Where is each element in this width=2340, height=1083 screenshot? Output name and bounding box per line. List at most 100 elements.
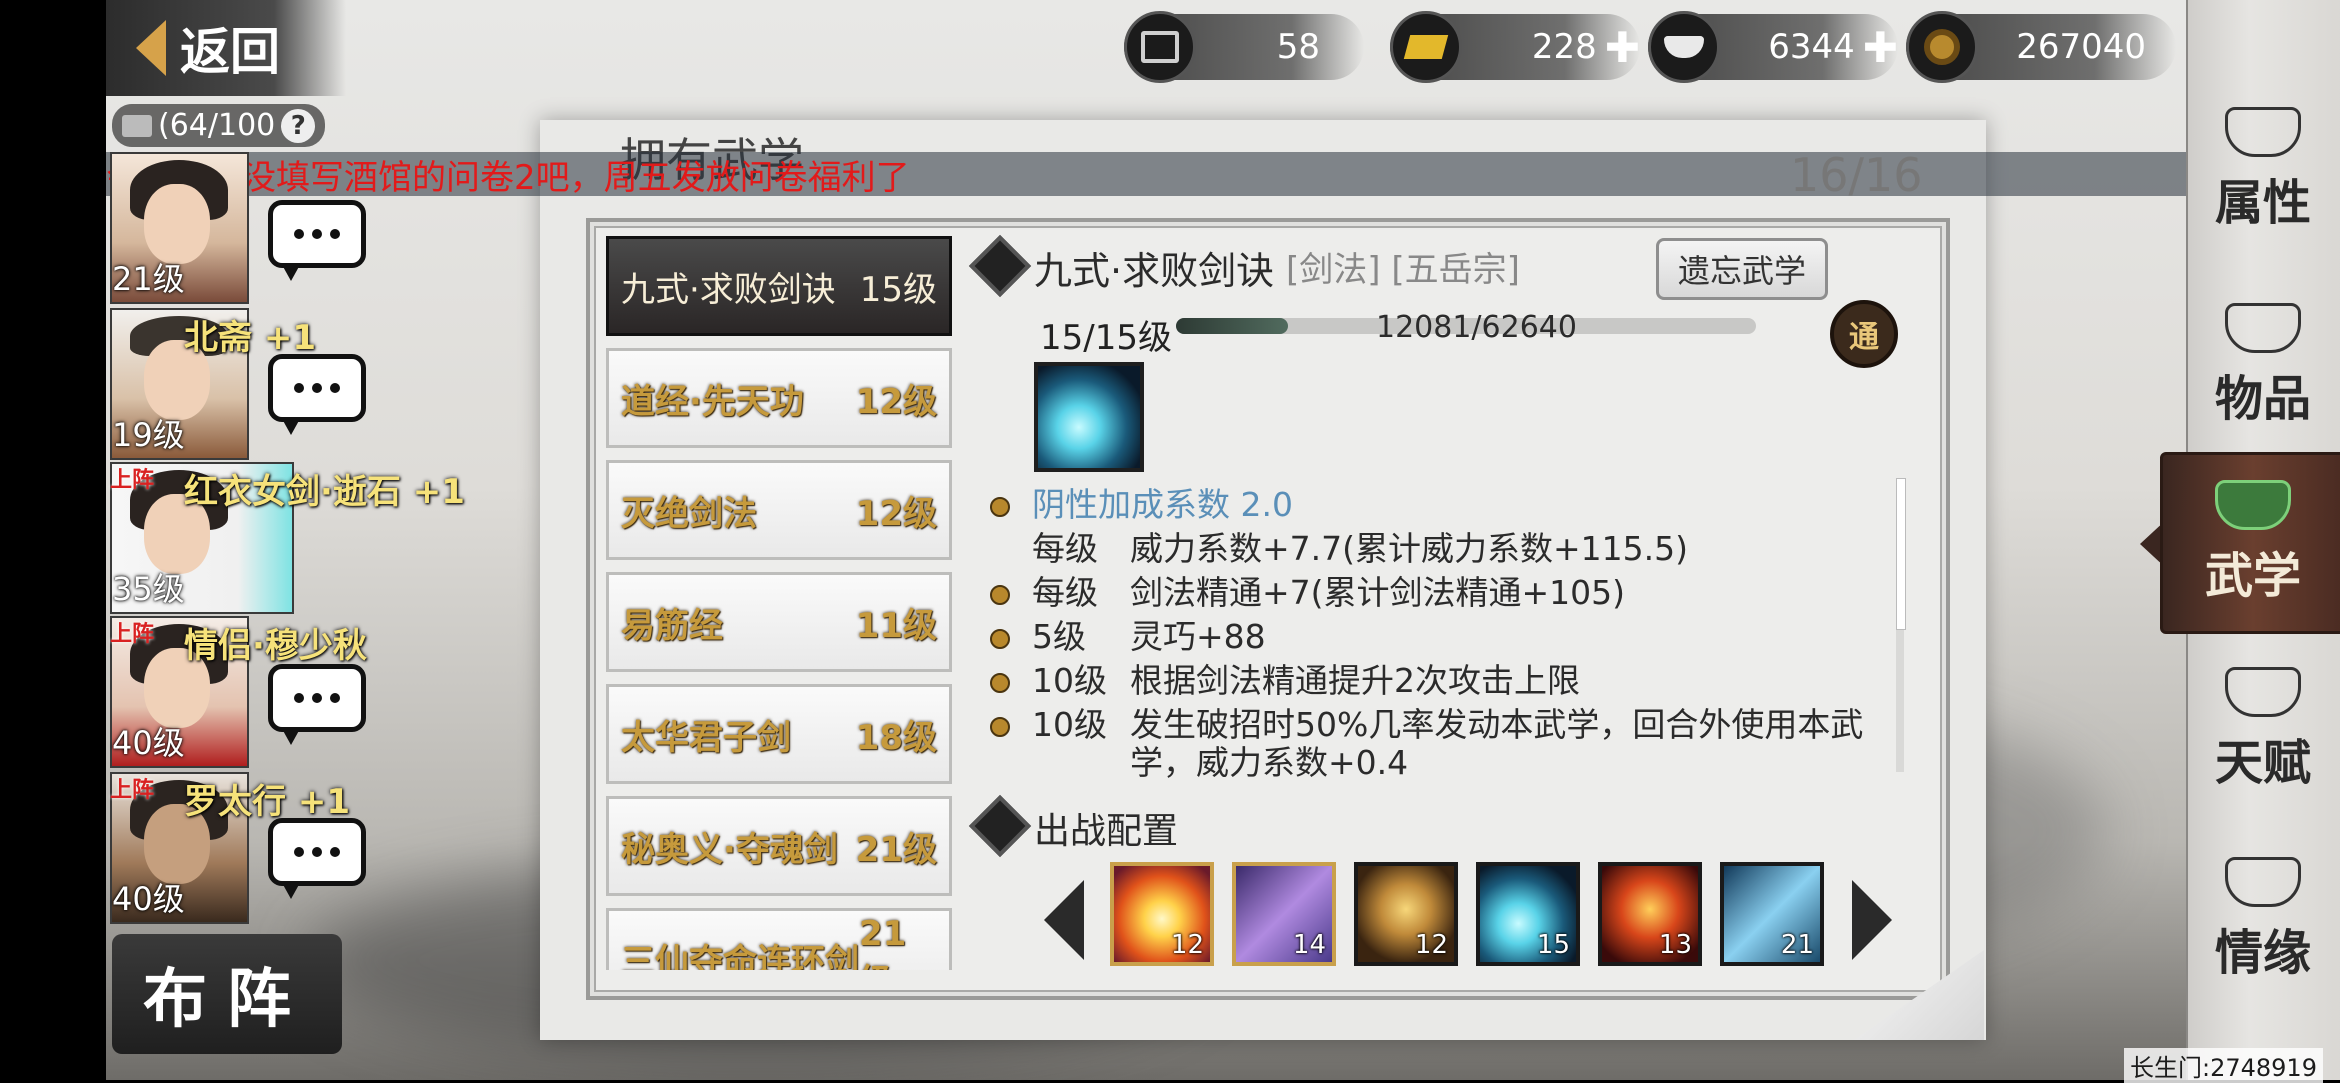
gold-count: 228 [1531, 27, 1597, 67]
gift-box-icon [2225, 303, 2301, 353]
deployed-tag: 上阵 [110, 622, 155, 647]
skill-list[interactable]: 九式·求败剑诀 15级 道经·先天功 12级 灭绝剑法 12级 易筋经 11级 … [606, 236, 956, 970]
battle-skill-slot[interactable]: 13 [1598, 862, 1702, 966]
footer-sect-text: 长生门:2748919 [2124, 1048, 2323, 1083]
character-card[interactable]: 21级 [110, 152, 260, 304]
deployed-tag: 上阵 [110, 468, 155, 493]
skill-detail-name: 九式·求败剑诀 [1034, 249, 1275, 293]
effect-line: 10级 根据剑法精通提升2次攻击上限 [990, 654, 1580, 702]
nav-label: 情缘 [2214, 925, 2311, 981]
nav-label: 武学 [2204, 548, 2301, 604]
skill-level: 12级 [855, 381, 937, 422]
bullet-icon [990, 672, 1010, 693]
skill-level: 18级 [855, 717, 937, 758]
forget-skill-button[interactable]: 遗忘武学 [1656, 238, 1828, 300]
nav-bonds[interactable]: 情缘 [2186, 850, 2340, 990]
skill-level: 11级 [855, 605, 937, 646]
effects-scrollbar[interactable] [1896, 478, 1906, 772]
next-arrow-icon[interactable] [1852, 880, 1892, 960]
slot-level: 15 [1536, 930, 1570, 960]
character-name: 情侣·穆少秋 [184, 626, 367, 666]
skill-item[interactable]: 太华君子剑 18级 [606, 684, 952, 784]
character-level: 21级 [112, 260, 185, 298]
character-level: 40级 [112, 724, 185, 762]
skill-name: 三仙夺命连环剑 [621, 941, 859, 971]
skill-name: 秘奥义·夺魂剑 [621, 829, 838, 870]
gold-bar-icon [1390, 11, 1462, 83]
prev-arrow-icon[interactable] [1044, 880, 1084, 960]
skill-capacity: (64/100 ? [112, 104, 326, 147]
xp-text: 12081/62640 [1376, 310, 1577, 345]
scroll-thumb[interactable] [1896, 478, 1906, 630]
chat-bubble-icon[interactable] [268, 664, 366, 745]
add-gold-icon[interactable]: ✚ [1605, 23, 1640, 72]
book-icon [2215, 480, 2291, 530]
scroll-icon [122, 114, 152, 137]
skill-item[interactable]: 灭绝剑法 12级 [606, 460, 952, 560]
skill-count: 16/16 [1790, 148, 1923, 202]
skill-item[interactable]: 道经·先天功 12级 [606, 348, 952, 448]
nav-attributes[interactable]: 属性 [2186, 100, 2340, 240]
slot-level: 12 [1170, 930, 1204, 960]
slot-level: 14 [1292, 930, 1326, 960]
mastered-badge-icon: 通 [1830, 300, 1898, 368]
silver-count: 6344 [1768, 27, 1855, 67]
skill-name: 九式·求败剑诀 [621, 269, 836, 310]
battle-skill-slot[interactable]: 12 [1354, 862, 1458, 966]
skill-item[interactable]: 三仙夺命连环剑 21级 [606, 908, 952, 970]
bullet-icon [990, 716, 1010, 737]
resource-silver[interactable]: 6344 ✚ [1648, 11, 1898, 83]
nav-label: 天赋 [2214, 735, 2311, 791]
silver-ingot-icon [1648, 11, 1720, 83]
skill-level: 12级 [855, 493, 937, 534]
chest-icon [1124, 11, 1196, 83]
character-level: 19级 [112, 416, 185, 454]
character-name: 北斋 +1 [184, 318, 316, 358]
character-level: 35级 [112, 570, 185, 608]
slot-level: 12 [1414, 930, 1448, 960]
resource-chest[interactable]: 58 [1124, 11, 1364, 83]
skill-item[interactable]: 易筋经 11级 [606, 572, 952, 672]
effect-line: 阴性加成系数 2.0 [990, 478, 1293, 526]
chat-bubble-icon[interactable] [268, 818, 366, 899]
back-chevron-icon [136, 20, 166, 76]
copper-coin-icon [1906, 11, 1978, 83]
chat-bubble-icon[interactable] [268, 354, 366, 435]
battle-skill-slot[interactable]: 15 [1476, 862, 1580, 966]
battle-skill-slot[interactable]: 14 [1232, 862, 1336, 966]
skill-name: 易筋经 [621, 605, 723, 646]
coin-count: 267040 [2016, 27, 2146, 67]
skill-item[interactable]: 九式·求败剑诀 15级 [606, 236, 952, 336]
character-level: 40级 [112, 880, 185, 918]
skill-icon [1034, 362, 1144, 472]
battle-skill-slot[interactable]: 21 [1720, 862, 1824, 966]
nav-talents[interactable]: 天赋 [2186, 660, 2340, 800]
help-icon[interactable]: ? [281, 108, 316, 143]
add-silver-icon[interactable]: ✚ [1863, 23, 1898, 72]
skill-level: 21级 [855, 829, 937, 870]
character-name: 罗太行 +1 [184, 782, 350, 822]
skill-type-tags: [剑法] [五岳宗] [1286, 250, 1520, 290]
deployed-tag: 上阵 [110, 778, 155, 803]
effect-line: 每级 剑法精通+7(累计剑法精通+105) [990, 566, 1625, 614]
back-button[interactable]: 返回 [106, 0, 346, 96]
skill-item[interactable]: 秘奥义·夺魂剑 21级 [606, 796, 952, 896]
nav-martial-arts[interactable]: 武学 [2160, 452, 2340, 634]
heart-knot-icon [2225, 857, 2301, 907]
resource-gold[interactable]: 228 ✚ [1390, 11, 1640, 83]
effect-line: 每级 威力系数+7.7(累计威力系数+115.5) [1032, 529, 1689, 568]
formation-button[interactable]: 布阵 [112, 934, 342, 1054]
slot-level: 21 [1780, 930, 1814, 960]
nav-label: 物品 [2214, 371, 2311, 427]
effect-line: 5级 灵巧+88 [990, 610, 1266, 658]
nav-items[interactable]: 物品 [2186, 296, 2340, 436]
chat-bubble-icon[interactable] [268, 200, 366, 281]
skill-level: 15级 [859, 269, 937, 310]
resource-coin[interactable]: 267040 [1906, 11, 2176, 83]
branch-icon [2225, 667, 2301, 717]
skill-name: 灭绝剑法 [621, 493, 757, 534]
battle-skill-slot[interactable]: 12 [1110, 862, 1214, 966]
skill-level: 21级 [859, 913, 907, 971]
xp-progress-fill [1176, 318, 1288, 334]
bullet-icon [990, 496, 1010, 517]
